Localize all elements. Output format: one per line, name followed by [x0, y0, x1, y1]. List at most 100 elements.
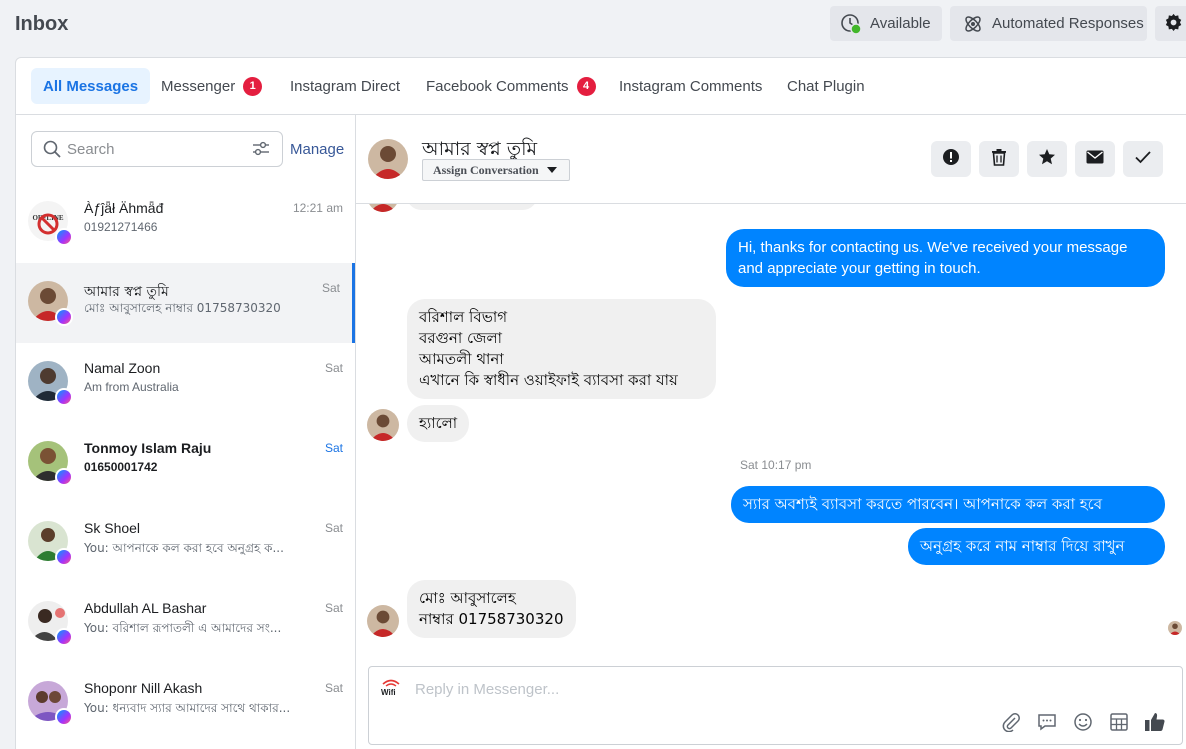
message-bubble-outgoing: স্যার অবশ্যই ব্যাবসা করতে পারবেন। আপনাকে… — [731, 486, 1165, 523]
unread-count-badge: 1 — [243, 76, 263, 96]
envelope-icon — [1086, 150, 1104, 169]
availability-label: Available — [870, 15, 931, 32]
messenger-icon — [55, 708, 73, 726]
star-button[interactable] — [1027, 141, 1067, 177]
page-logo-text: Wifi — [381, 688, 396, 697]
conversation-time: Sat — [324, 601, 343, 615]
tab-instagram-direct[interactable]: Instagram Direct — [290, 68, 400, 104]
avatar[interactable] — [368, 139, 408, 179]
message-line: আমতলী থানা — [419, 350, 504, 368]
conversation-preview: You: বরিশাল রূপাতলী এ আমাদের সং... — [84, 621, 282, 635]
message-line: নাম্বার 01758730320 — [419, 610, 564, 628]
mark-spam-button[interactable] — [931, 141, 971, 177]
message-thread: Hi, thanks for contacting us. We've rece… — [356, 204, 1186, 666]
chevron-down-icon — [546, 167, 557, 173]
conversation-item[interactable]: Sk Shoel You: আপনাকে কল করা হবে অনুগ্রহ … — [16, 503, 355, 583]
search-box — [31, 131, 283, 167]
seen-avatar — [1168, 621, 1182, 635]
conversation-name: Abdullah AL Bashar — [84, 600, 207, 616]
trash-icon — [991, 148, 1007, 171]
reply-input[interactable] — [415, 679, 915, 699]
page-title: Inbox — [15, 13, 69, 35]
conversation-time: 12:21 am — [292, 201, 343, 215]
messenger-icon — [55, 468, 73, 486]
message-bubble-incoming: হ্যালো — [407, 405, 470, 442]
automated-responses-button[interactable]: Automated Responses — [950, 6, 1147, 41]
message-bubble-incoming: বরিশাল বিভাগ বরগুনা জেলা আমতলী থানা এখান… — [407, 299, 716, 399]
top-bar: Inbox Available Automated Responses — [0, 0, 1186, 56]
conversation-preview: You: আপনাকে কল করা হবে অনুগ্রহ ক... — [84, 541, 284, 555]
message-line: মোঃ আবুসালেহ — [419, 589, 516, 607]
message-bubble-outgoing: অনুগ্রহ করে নাম নাম্বার দিয়ে রাখুন — [908, 528, 1165, 565]
mark-done-button[interactable] — [1123, 141, 1163, 177]
messenger-icon — [55, 548, 73, 566]
tab-label: Facebook Comments — [426, 77, 569, 95]
conversation-time: Sat — [324, 441, 343, 455]
avatar — [367, 204, 399, 212]
message-line: বরিশাল বিভাগ — [419, 308, 508, 326]
attachment-icon[interactable] — [1000, 711, 1022, 733]
conversation-item[interactable]: Tonmoy Islam Raju 01650001742 Sat — [16, 423, 355, 503]
conversation-item[interactable]: OFFLINE Àƒĵǟł Ähmǟđ 01921271466 12:21 am — [16, 183, 355, 263]
tab-chat-plugin[interactable]: Chat Plugin — [787, 68, 865, 104]
tab-messenger[interactable]: Messenger 1 — [161, 68, 263, 104]
search-icon — [43, 140, 61, 163]
clock-status-icon — [840, 13, 862, 35]
unread-count-badge: 4 — [576, 76, 596, 96]
messenger-icon — [55, 228, 73, 246]
conversation-name: Shoponr Nill Akash — [84, 680, 203, 696]
filter-icon[interactable] — [252, 141, 270, 162]
messenger-icon — [55, 388, 73, 406]
tab-label: All Messages — [43, 77, 139, 95]
delete-button[interactable] — [979, 141, 1019, 177]
message-bubble-incoming — [407, 204, 537, 210]
assign-label: Assign Conversation — [433, 162, 539, 177]
message-line: বরগুনা জেলা — [419, 329, 503, 347]
alert-icon — [942, 148, 960, 171]
conversation-time: Sat — [321, 281, 340, 295]
conversation-name: Àƒĵǟł Ähmǟđ — [84, 200, 164, 216]
conversation-time: Sat — [324, 681, 343, 695]
conversation-name: Sk Shoel — [84, 520, 141, 536]
conversation-time: Sat — [324, 521, 343, 535]
atom-icon — [962, 13, 984, 35]
assign-conversation-dropdown[interactable]: Assign Conversation — [422, 159, 570, 181]
conversation-preview: 01650001742 — [84, 460, 158, 474]
message-bubble-incoming: মোঃ আবুসালেহ নাম্বার 01758730320 — [407, 580, 576, 638]
emoji-icon[interactable] — [1072, 711, 1094, 733]
saved-replies-icon[interactable] — [1036, 711, 1058, 733]
conversation-header: আমার স্বপ্ন তুমি Assign Conversation — [356, 115, 1186, 204]
page-logo: Wifi — [379, 678, 403, 698]
conversation-item[interactable]: Namal Zoon Am from Australia Sat — [16, 343, 355, 423]
inbox-tabs: All Messages Messenger 1 Instagram Direc… — [16, 58, 1186, 115]
conversation-name: Namal Zoon — [84, 360, 161, 376]
message-line: এখানে কি স্বাধীন ওয়াইফাই ব্যাবসা করা যা… — [419, 371, 678, 389]
conversation-item[interactable]: আমার স্বপ্ন তুমি মোঃ আবুসালেহ নাম্বার 01… — [16, 263, 355, 343]
inbox-card: All Messages Messenger 1 Instagram Direc… — [15, 57, 1186, 749]
tab-instagram-comments[interactable]: Instagram Comments — [619, 68, 762, 104]
check-icon — [1135, 150, 1151, 169]
avatar — [367, 605, 399, 637]
automated-responses-label: Automated Responses — [992, 15, 1144, 32]
conversation-pane: আমার স্বপ্ন তুমি Assign Conversation Hi,… — [356, 115, 1186, 749]
star-icon — [1038, 148, 1056, 171]
conversation-item[interactable]: Shoponr Nill Akash You: ধন্যবাদ স্যার আম… — [16, 663, 355, 743]
tab-label: Chat Plugin — [787, 77, 865, 95]
message-bubble-outgoing: Hi, thanks for contacting us. We've rece… — [726, 229, 1165, 287]
table-icon[interactable] — [1108, 711, 1130, 733]
settings-button[interactable] — [1155, 6, 1186, 41]
tab-facebook-comments[interactable]: Facebook Comments 4 — [426, 68, 596, 104]
conversation-preview: Am from Australia — [84, 380, 179, 394]
conversation-preview: মোঃ আবুসালেহ নাম্বার 01758730320 — [84, 301, 281, 315]
message-timestamp: Sat 10:17 pm — [740, 458, 812, 472]
mark-unread-button[interactable] — [1075, 141, 1115, 177]
search-input[interactable] — [67, 139, 247, 159]
conversation-item[interactable]: Abdullah AL Bashar You: বরিশাল রূপাতলী এ… — [16, 583, 355, 663]
availability-button[interactable]: Available — [830, 6, 942, 41]
thumbs-up-icon[interactable] — [1144, 711, 1166, 733]
tab-all-messages[interactable]: All Messages — [31, 68, 151, 104]
conversation-list-pane: Manage OFFLINE Àƒĵǟł Ähmǟđ 01921271466 1… — [16, 115, 356, 749]
manage-link[interactable]: Manage — [290, 141, 344, 158]
messenger-icon — [55, 308, 73, 326]
tab-label: Instagram Direct — [290, 77, 401, 95]
